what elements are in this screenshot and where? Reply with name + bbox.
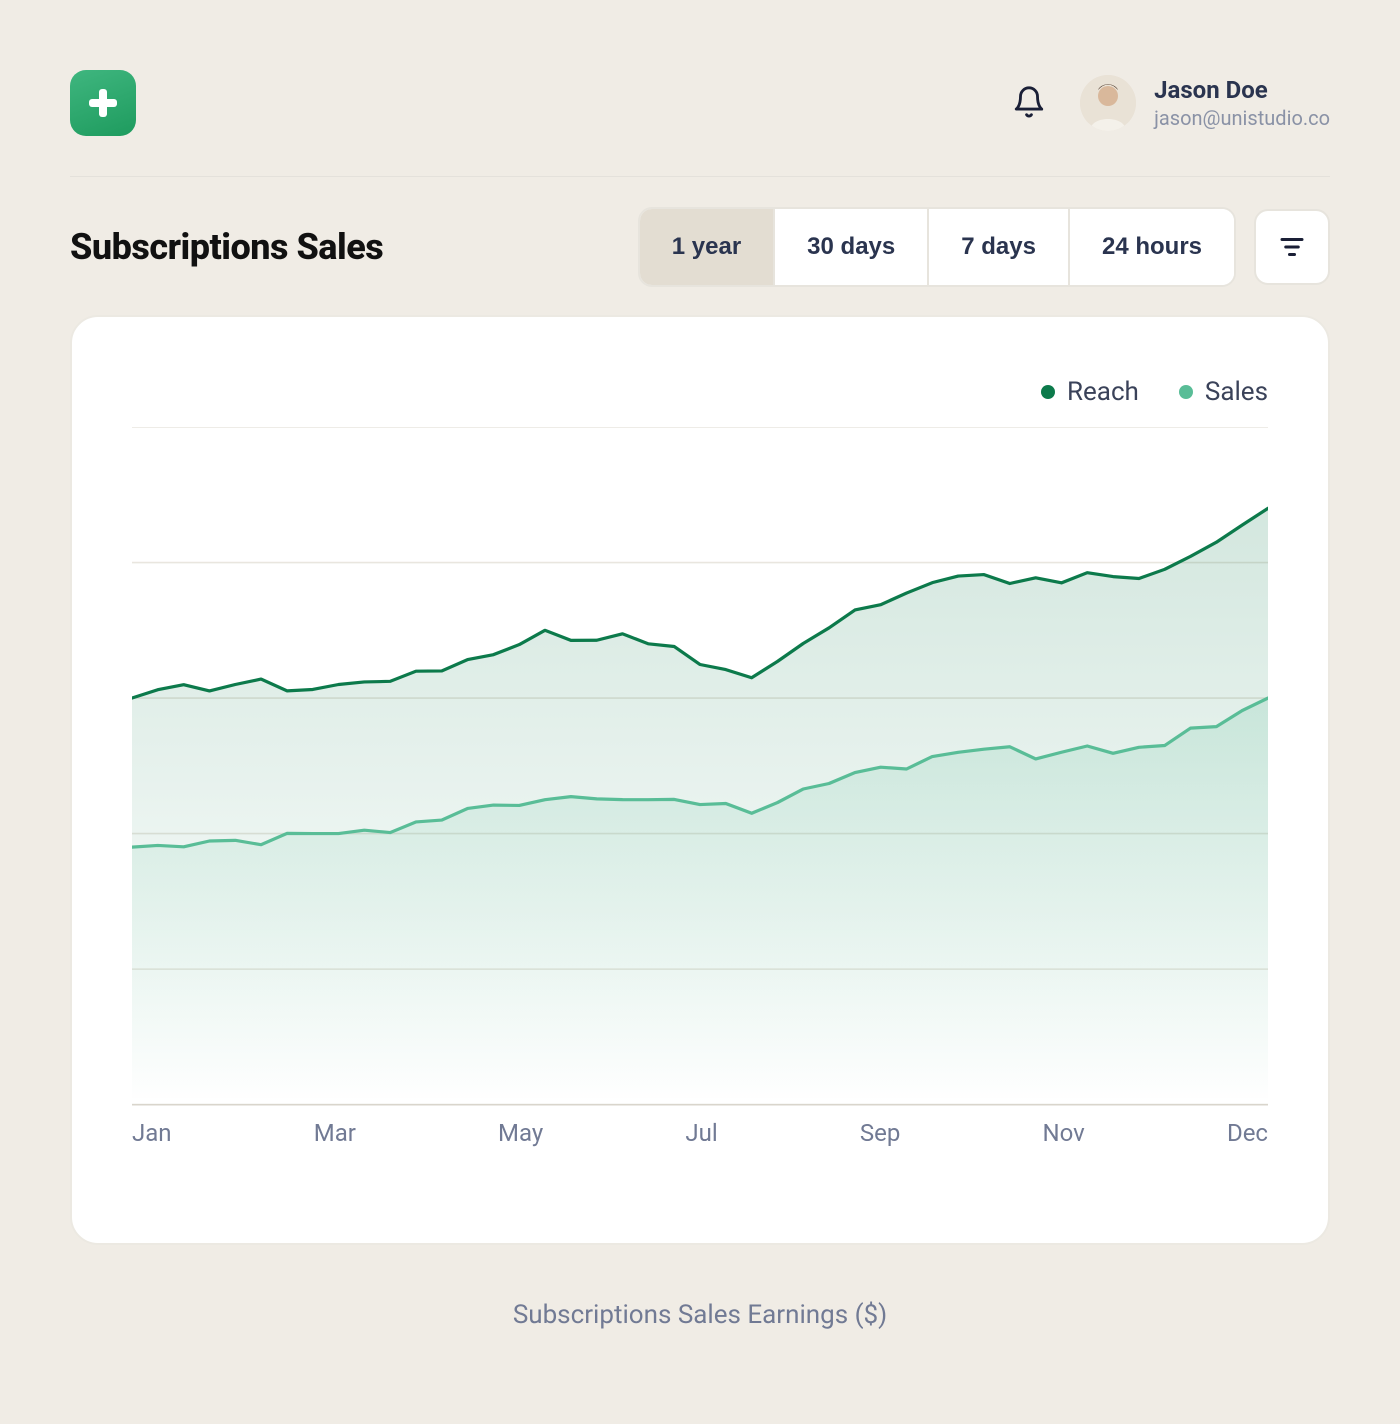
toolbar: Subscriptions Sales 1 year30 days7 days2… xyxy=(70,207,1330,287)
range-tab-1-year[interactable]: 1 year xyxy=(640,209,775,285)
chart-caption: Subscriptions Sales Earnings ($) xyxy=(70,1300,1330,1330)
user-name: Jason Doe xyxy=(1154,76,1330,104)
app-logo xyxy=(70,70,136,136)
notifications-button[interactable] xyxy=(1006,79,1052,128)
legend-item-sales: Sales xyxy=(1179,377,1268,407)
range-tab-30-days[interactable]: 30 days xyxy=(775,209,929,285)
date-range-segmented: 1 year30 days7 days24 hours xyxy=(638,207,1236,287)
legend-item-reach: Reach xyxy=(1041,377,1139,407)
page-title: Subscriptions Sales xyxy=(70,226,383,268)
avatar xyxy=(1080,75,1136,131)
chart-xaxis: Jan Mar May Jul Sep Nov Dec xyxy=(132,1119,1268,1147)
chart-plot: Jan Mar May Jul Sep Nov Dec xyxy=(132,427,1268,1147)
chart-card: Reach Sales Jan Mar May Jul Sep Nov Dec xyxy=(70,315,1330,1245)
bell-icon xyxy=(1012,85,1046,119)
xaxis-tick: Sep xyxy=(860,1119,900,1147)
xaxis-tick: Nov xyxy=(1043,1119,1085,1147)
plus-icon xyxy=(83,83,123,123)
chart-legend: Reach Sales xyxy=(132,377,1268,407)
xaxis-tick: May xyxy=(498,1119,543,1147)
xaxis-tick: Jan xyxy=(132,1119,172,1147)
legend-label-reach: Reach xyxy=(1067,377,1139,407)
filter-icon xyxy=(1277,232,1307,262)
range-tab-7-days[interactable]: 7 days xyxy=(929,209,1070,285)
filter-button[interactable] xyxy=(1254,209,1330,285)
profile-text: Jason Doe jason@unistudio.co xyxy=(1154,76,1330,130)
xaxis-tick: Dec xyxy=(1227,1119,1268,1147)
legend-dot-reach xyxy=(1041,385,1055,399)
range-tab-24-hours[interactable]: 24 hours xyxy=(1070,209,1234,285)
header: Jason Doe jason@unistudio.co xyxy=(70,70,1330,177)
user-email: jason@unistudio.co xyxy=(1154,106,1330,130)
xaxis-tick: Mar xyxy=(314,1119,356,1147)
legend-dot-sales xyxy=(1179,385,1193,399)
profile-menu[interactable]: Jason Doe jason@unistudio.co xyxy=(1080,75,1330,131)
header-right: Jason Doe jason@unistudio.co xyxy=(1006,75,1330,131)
xaxis-tick: Jul xyxy=(685,1119,717,1147)
legend-label-sales: Sales xyxy=(1205,377,1268,407)
